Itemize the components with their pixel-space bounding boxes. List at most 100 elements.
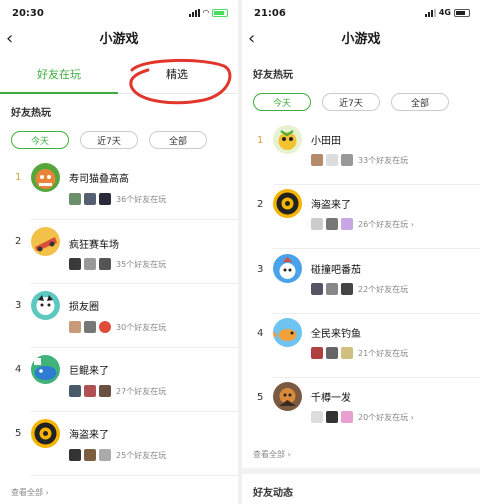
rank-number: 3 bbox=[15, 300, 22, 311]
friend-avatars: 30个好友在玩 bbox=[69, 321, 166, 333]
game-row[interactable]: 1 小田田 33个好友在玩 bbox=[242, 121, 480, 185]
friend-count: 35个好友在玩 bbox=[116, 259, 167, 269]
time-filters: 今天 近7天 全部 bbox=[0, 131, 238, 149]
friend-count: 22个好友在玩 bbox=[358, 284, 409, 294]
rank-number: 5 bbox=[15, 428, 22, 439]
friend-avatar bbox=[99, 258, 111, 270]
back-icon[interactable]: ‹ bbox=[6, 30, 13, 48]
friend-avatar bbox=[84, 193, 96, 205]
friend-avatars: 35个好友在玩 bbox=[69, 258, 166, 270]
rank-number: 1 bbox=[15, 172, 22, 183]
friend-avatar bbox=[311, 218, 323, 230]
friend-avatar bbox=[341, 411, 353, 423]
signal-icon bbox=[188, 8, 200, 17]
friend-count: 30个好友在玩 bbox=[116, 322, 167, 332]
friend-avatar bbox=[311, 154, 323, 166]
filter-all[interactable]: 全部 bbox=[149, 131, 207, 149]
see-all-link[interactable]: 查看全部 › bbox=[253, 449, 291, 460]
rank-number: 2 bbox=[257, 199, 264, 210]
filter-7days[interactable]: 近7天 bbox=[322, 93, 380, 111]
game-row[interactable]: 3 损友圈 30个好友在玩 bbox=[0, 284, 238, 348]
game-icon-pirate bbox=[273, 189, 302, 218]
friend-avatar bbox=[69, 193, 81, 205]
friend-count: 27个好友在玩 bbox=[116, 386, 167, 396]
friend-avatars: 33个好友在玩 bbox=[311, 154, 408, 166]
friend-avatar bbox=[326, 154, 338, 166]
filter-all[interactable]: 全部 bbox=[391, 93, 449, 111]
friend-avatars: 36个好友在玩 bbox=[69, 193, 166, 205]
game-icon-pirate bbox=[31, 419, 60, 448]
page-title: 小游戏 bbox=[341, 32, 381, 47]
friend-avatar bbox=[99, 321, 111, 333]
rank-number: 5 bbox=[257, 392, 264, 403]
status-bar: 21:06 4G bbox=[242, 0, 480, 28]
friend-avatar bbox=[326, 218, 338, 230]
friends-activity-title: 好友动态 bbox=[253, 488, 293, 499]
battery-icon bbox=[454, 8, 470, 17]
active-tab-indicator bbox=[0, 92, 118, 94]
filter-today[interactable]: 今天 bbox=[253, 93, 311, 111]
game-name: 小田田 bbox=[311, 136, 341, 147]
game-name: 全民来钓鱼 bbox=[311, 329, 361, 340]
friend-avatar bbox=[326, 411, 338, 423]
game-row[interactable]: 5 千樽一发 20个好友在玩 › bbox=[242, 378, 480, 442]
game-row[interactable]: 4 全民来钓鱼 21个好友在玩 bbox=[242, 314, 480, 378]
friend-avatar bbox=[69, 385, 81, 397]
friend-avatar bbox=[69, 449, 81, 461]
game-row[interactable]: 3 碰撞吧番茄 22个好友在玩 bbox=[242, 250, 480, 314]
game-row[interactable]: 2 疯狂赛车场 35个好友在玩 bbox=[0, 220, 238, 284]
friend-avatar bbox=[341, 154, 353, 166]
game-name: 海盗来了 bbox=[69, 430, 109, 441]
friend-count: 33个好友在玩 bbox=[358, 155, 409, 165]
nav-bar: ‹ 小游戏 bbox=[0, 28, 238, 54]
game-name: 疯狂赛车场 bbox=[69, 240, 119, 251]
page-title: 小游戏 bbox=[99, 32, 139, 47]
friend-avatars: 26个好友在玩 › bbox=[311, 218, 414, 230]
filter-7days[interactable]: 近7天 bbox=[80, 131, 138, 149]
friend-avatar bbox=[311, 283, 323, 295]
friend-count: 20个好友在玩 › bbox=[358, 412, 414, 422]
see-all-link[interactable]: 查看全部 › bbox=[11, 487, 49, 498]
network-type: 4G bbox=[438, 8, 451, 17]
tab-featured[interactable]: 精选 bbox=[166, 66, 188, 82]
friend-avatars: 20个好友在玩 › bbox=[311, 411, 414, 423]
friend-avatar bbox=[99, 449, 111, 461]
game-row[interactable]: 4 巨鲲来了 27个好友在玩 bbox=[0, 348, 238, 412]
game-icon-racing bbox=[31, 227, 60, 256]
time-filters: 今天 近7天 全部 bbox=[242, 93, 480, 111]
friend-avatar bbox=[341, 218, 353, 230]
friend-avatar bbox=[84, 385, 96, 397]
friend-avatar bbox=[84, 321, 96, 333]
friend-avatar bbox=[99, 193, 111, 205]
friend-avatar bbox=[311, 411, 323, 423]
back-icon[interactable]: ‹ bbox=[248, 30, 255, 48]
friend-avatar bbox=[99, 385, 111, 397]
friend-avatars: 25个好友在玩 bbox=[69, 449, 166, 461]
section-gap bbox=[242, 468, 480, 474]
status-indicators: 4G bbox=[424, 8, 470, 17]
game-icon-whale bbox=[31, 355, 60, 384]
filter-today[interactable]: 今天 bbox=[11, 131, 69, 149]
game-row[interactable]: 5 海盗来了 25个好友在玩 bbox=[0, 412, 238, 476]
friend-avatars: 21个好友在玩 bbox=[311, 347, 408, 359]
game-row[interactable]: 2 海盗来了 26个好友在玩 › bbox=[242, 185, 480, 249]
tab-friends-playing[interactable]: 好友在玩 bbox=[37, 66, 81, 82]
status-time: 21:06 bbox=[254, 8, 286, 19]
right-screen: 21:06 4G ‹ 小游戏 好友热玩 今天 近7天 全部 1 小田田 33个好… bbox=[242, 0, 480, 504]
friend-avatar bbox=[69, 321, 81, 333]
game-row[interactable]: 1 寿司猫叠高高 36个好友在玩 bbox=[0, 156, 238, 220]
tab-bar: 好友在玩 精选 bbox=[0, 54, 238, 94]
friend-avatar bbox=[326, 347, 338, 359]
section-title: 好友热玩 bbox=[11, 108, 51, 119]
status-time: 20:30 bbox=[12, 8, 44, 19]
game-icon-qianzun bbox=[273, 382, 302, 411]
game-name: 碰撞吧番茄 bbox=[311, 265, 361, 276]
friend-count: 25个好友在玩 bbox=[116, 450, 167, 460]
friend-avatar bbox=[311, 347, 323, 359]
game-name: 千樽一发 bbox=[311, 393, 351, 404]
friend-avatar bbox=[341, 283, 353, 295]
friend-avatar bbox=[326, 283, 338, 295]
friend-count: 21个好友在玩 bbox=[358, 348, 409, 358]
friend-avatar bbox=[69, 258, 81, 270]
friend-avatars: 27个好友在玩 bbox=[69, 385, 166, 397]
